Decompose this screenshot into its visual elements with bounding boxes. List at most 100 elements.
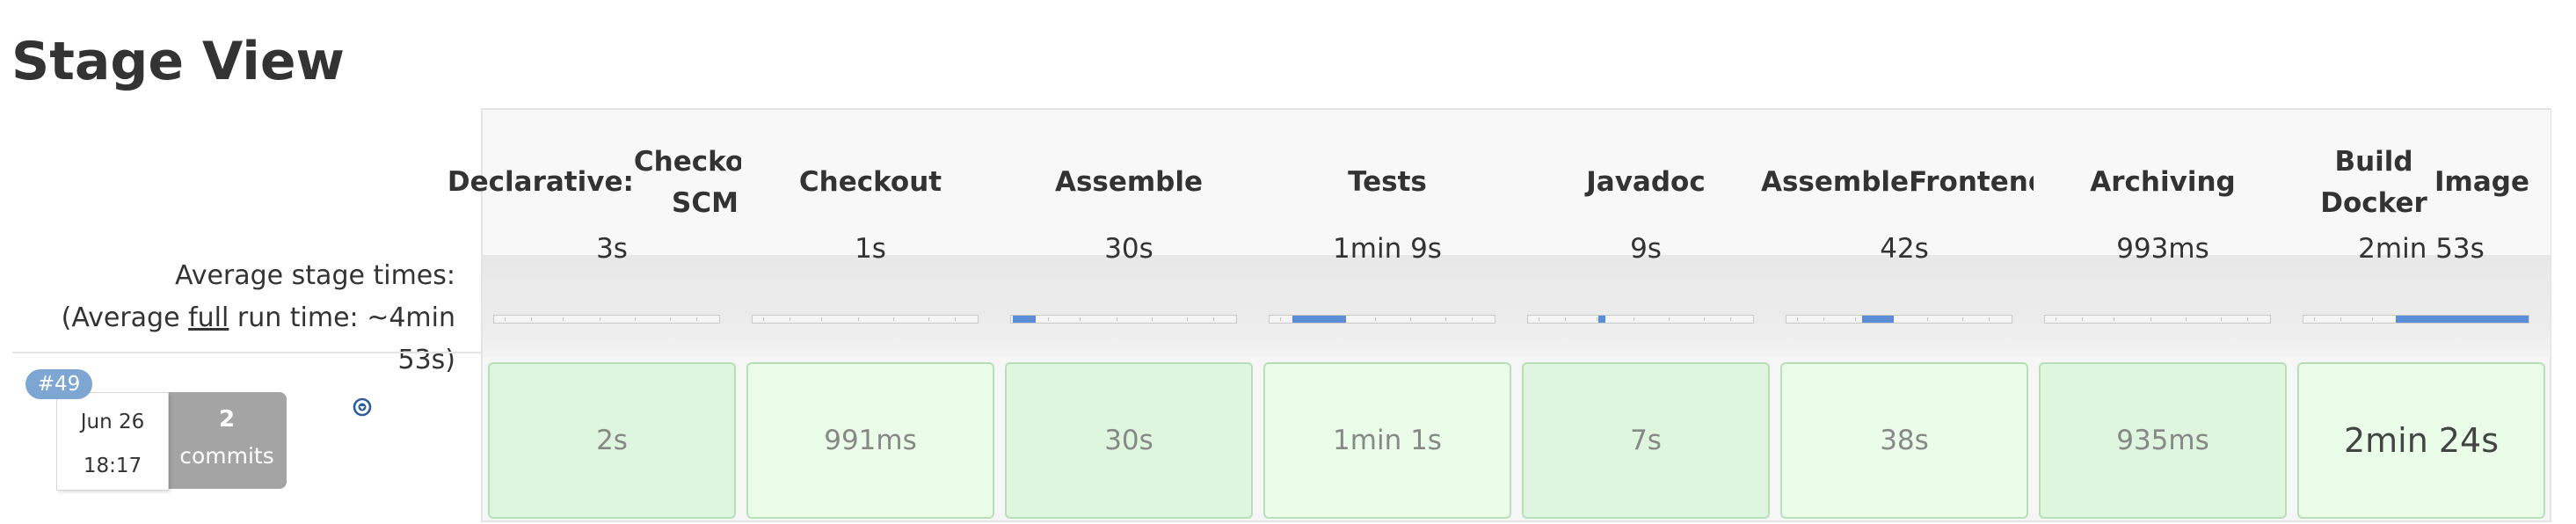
progress-tick xyxy=(1445,317,1446,321)
stage-run-cell[interactable]: 30s xyxy=(1005,362,1253,519)
progress-tick xyxy=(821,317,822,321)
download-circle-icon[interactable] xyxy=(353,397,372,417)
average-full-prefix: (Average xyxy=(61,302,189,333)
progress-tick xyxy=(1704,317,1705,321)
stage-column: Archiving 993ms 935ms xyxy=(2034,110,2292,524)
progress-tick xyxy=(928,317,929,321)
stage-column: Assemble 30s 30s xyxy=(1000,110,1258,524)
stage-name-line1: Assemble xyxy=(1760,166,1910,198)
stage-column: Tests 1min 9s 1min 1s xyxy=(1258,110,1517,524)
progress-tick xyxy=(2150,317,2151,321)
progress-tick xyxy=(1375,317,1376,321)
progress-tick xyxy=(1565,317,1566,321)
progress-tick xyxy=(955,317,956,321)
stage-average-area xyxy=(741,255,1000,357)
stage-average-time: 2min 53s xyxy=(2358,233,2485,265)
progress-tick xyxy=(1152,317,1153,321)
row-divider xyxy=(12,352,481,353)
stage-run-cell[interactable]: 2min 24s xyxy=(2297,362,2545,519)
progress-tick xyxy=(1797,317,1798,321)
progress-tick xyxy=(635,317,636,321)
commit-count: 2 xyxy=(218,406,236,433)
stage-average-area xyxy=(2034,255,2292,357)
stage-average-progress-bar xyxy=(493,315,720,324)
progress-tick xyxy=(1080,317,1081,321)
progress-fill xyxy=(1598,316,1605,323)
stage-column: Declarative: Checkout SCM 3s 2s xyxy=(448,110,776,524)
stage-name-line1: Javadoc xyxy=(1586,166,1706,198)
progress-tick xyxy=(2340,317,2341,321)
progress-tick xyxy=(1410,317,1411,321)
progress-tick xyxy=(893,317,894,321)
progress-tick xyxy=(763,317,764,321)
stage-average-time: 993ms xyxy=(2116,233,2209,265)
progress-tick xyxy=(2314,317,2315,321)
stage-column: Build Docker Image 2min 53s 2min 24s xyxy=(2292,110,2551,524)
progress-tick xyxy=(563,317,564,321)
progress-tick xyxy=(1187,317,1188,321)
stage-run-cell[interactable]: 2s xyxy=(488,362,736,519)
build-date: Jun 26 xyxy=(80,411,145,433)
progress-tick xyxy=(2082,317,2083,321)
stage-average-progress-bar xyxy=(2303,315,2529,324)
stage-average-area xyxy=(2292,255,2551,357)
stage-average-area xyxy=(1258,255,1517,357)
progress-tick xyxy=(1669,317,1670,321)
progress-tick xyxy=(1855,317,1856,321)
progress-tick xyxy=(1730,317,1731,321)
stage-average-time: 42s xyxy=(1880,233,1929,265)
stage-average-time: 1min 9s xyxy=(1333,233,1442,265)
progress-fill xyxy=(1292,316,1346,323)
stage-name-line2: Frontend xyxy=(1909,166,2048,198)
stage-average-time: 3s xyxy=(596,233,628,265)
progress-fill xyxy=(1862,316,1894,323)
build-run-row: #49 Jun 26 18:17 2 commits xyxy=(12,355,481,522)
stage-average-area xyxy=(483,255,741,357)
stage-average-area xyxy=(1517,255,1775,357)
progress-tick xyxy=(505,317,506,321)
stage-average-progress-bar xyxy=(1269,315,1495,324)
stage-average-progress-bar xyxy=(1786,315,2012,324)
stage-column: Javadoc 9s 7s xyxy=(1517,110,1775,524)
progress-tick xyxy=(1989,317,1990,321)
stage-average-time: 1s xyxy=(855,233,886,265)
progress-tick xyxy=(1048,317,1049,321)
stage-average-time: 9s xyxy=(1630,233,1662,265)
commits-button[interactable]: 2 commits xyxy=(167,392,287,489)
stage-run-cell[interactable]: 7s xyxy=(1522,362,1770,519)
stage-run-cell[interactable]: 1min 1s xyxy=(1263,362,1511,519)
progress-tick xyxy=(1213,317,1214,321)
stage-name-line1: Archiving xyxy=(2090,166,2236,198)
build-time: 18:17 xyxy=(83,455,142,477)
stage-run-cell[interactable]: 991ms xyxy=(746,362,994,519)
progress-tick xyxy=(696,317,697,321)
stage-name-line1: Declarative: xyxy=(447,166,634,198)
stage-average-area xyxy=(1775,255,2034,357)
stage-name-line2: Image xyxy=(2434,166,2529,198)
stage-column: Checkout 1s 991ms xyxy=(741,110,1000,524)
build-number-badge[interactable]: #49 xyxy=(25,369,92,399)
stage-name-line1: Assemble xyxy=(1054,166,1204,198)
stage-name-line1: Tests xyxy=(1348,166,1427,198)
progress-fill xyxy=(1013,316,1036,323)
stage-run-cell[interactable]: 38s xyxy=(1780,362,2028,519)
average-stage-times-label: Average stage times: xyxy=(174,260,455,291)
progress-tick xyxy=(1823,317,1824,321)
stage-column: Assemble Frontend 42s 38s xyxy=(1761,110,2048,524)
full-run-link[interactable]: full xyxy=(188,302,229,333)
stage-average-progress-bar xyxy=(1010,315,1237,324)
stage-table: Declarative: Checkout SCM 3s 2s Checkout 1s 99… xyxy=(448,108,2551,524)
stage-average-progress-bar xyxy=(1527,315,1754,324)
progress-tick xyxy=(1280,317,1281,321)
stage-name-line1: Checkout xyxy=(798,166,942,198)
progress-tick xyxy=(2221,317,2222,321)
stage-average-area xyxy=(1000,255,1258,357)
stage-run-cell[interactable]: 935ms xyxy=(2039,362,2287,519)
progress-tick xyxy=(2186,317,2187,321)
progress-tick xyxy=(531,317,532,321)
progress-tick xyxy=(670,317,671,321)
progress-tick xyxy=(1472,317,1473,321)
stage-average-time: 30s xyxy=(1104,233,1153,265)
stage-average-progress-bar xyxy=(2044,315,2271,324)
build-date-box: Jun 26 18:17 xyxy=(56,392,169,491)
